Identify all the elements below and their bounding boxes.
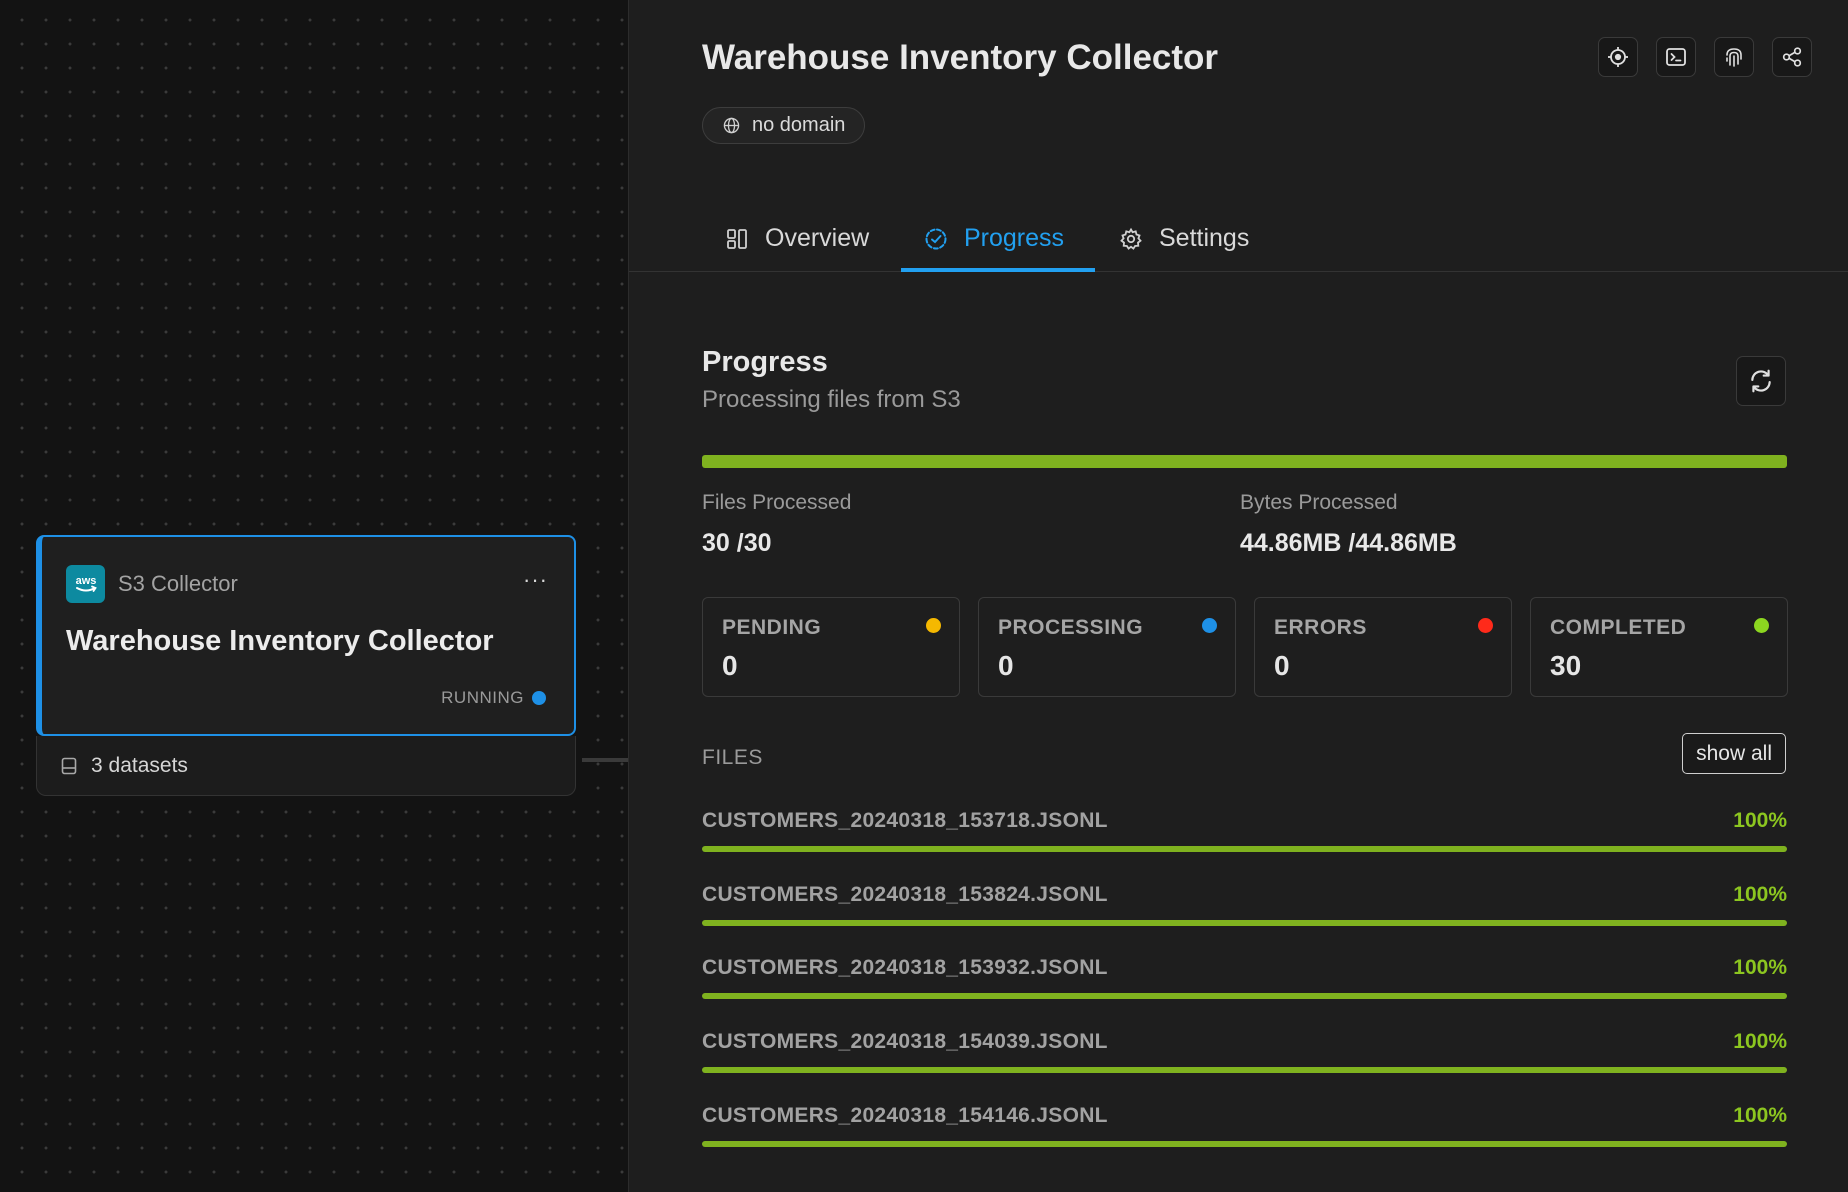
file-progress-bar <box>702 846 1787 852</box>
files-processed-label: Files Processed <box>702 491 852 514</box>
progress-icon <box>925 228 947 249</box>
tab-settings-label: Settings <box>1159 224 1250 252</box>
file-name: CUSTOMERS_20240318_154039.JSONL <box>702 1030 1108 1054</box>
collector-node-card[interactable]: aws S3 Collector ··· Warehouse Inventory… <box>36 535 576 736</box>
show-all-button[interactable]: show all <box>1682 733 1786 774</box>
locate-button[interactable] <box>1598 37 1638 77</box>
domain-chip-label: no domain <box>752 114 846 136</box>
datasets-count-label: 3 datasets <box>91 753 188 777</box>
file-percent: 100% <box>1733 809 1787 832</box>
file-progress-fill <box>702 846 1787 852</box>
node-edge <box>582 758 628 762</box>
errors-status-dot <box>1478 618 1493 633</box>
dataset-icon <box>61 757 77 774</box>
node-status-label: RUNNING <box>441 688 524 707</box>
gear-icon <box>1120 227 1142 250</box>
terminal-button[interactable] <box>1656 37 1696 77</box>
file-percent: 100% <box>1733 1103 1787 1127</box>
collector-node[interactable]: aws S3 Collector ··· Warehouse Inventory… <box>36 535 576 796</box>
overall-progress-fill <box>702 455 1787 468</box>
file-percent: 100% <box>1733 956 1787 980</box>
status-counters: PENDING 0 PROCESSING 0 ERRORS 0 COMPLETE… <box>702 597 1788 697</box>
file-item[interactable]: CUSTOMERS_20240318_153824.JSONL 100% <box>702 879 1787 953</box>
node-status: RUNNING <box>441 688 546 708</box>
file-progress-fill <box>702 1140 1787 1147</box>
counter-errors: ERRORS 0 <box>1254 597 1512 697</box>
counter-label: PENDING <box>722 616 822 639</box>
counter-label: PROCESSING <box>998 616 1144 639</box>
node-more-button[interactable]: ··· <box>523 567 548 593</box>
file-item[interactable]: CUSTOMERS_20240318_154039.JSONL 100% <box>702 1026 1787 1100</box>
file-name: CUSTOMERS_20240318_153718.JSONL <box>702 809 1108 832</box>
tab-overview-label: Overview <box>765 224 870 252</box>
active-tab-indicator <box>901 268 1095 272</box>
counter-label: COMPLETED <box>1550 616 1687 639</box>
share-button[interactable] <box>1772 37 1812 77</box>
bytes-processed-label: Bytes Processed <box>1240 491 1398 514</box>
completed-status-dot <box>1754 618 1769 633</box>
counter-value: 0 <box>722 650 738 681</box>
file-name: CUSTOMERS_20240318_153824.JSONL <box>702 882 1108 906</box>
refresh-icon <box>1751 369 1771 393</box>
file-percent: 100% <box>1733 882 1787 906</box>
file-item[interactable]: CUSTOMERS_20240318_154146.JSONL 100% <box>702 1100 1787 1174</box>
status-dot <box>532 691 546 705</box>
counter-completed: COMPLETED 30 <box>1530 597 1788 697</box>
overview-icon <box>727 228 747 249</box>
detail-panel: Warehouse Inventory Collector no domain … <box>628 0 1848 1192</box>
pending-status-dot <box>926 618 941 633</box>
files-processed-stat: Files Processed 30 /30 <box>702 491 851 558</box>
file-percent: 100% <box>1733 1030 1787 1054</box>
file-name: CUSTOMERS_20240318_154146.JSONL <box>702 1103 1108 1127</box>
file-item[interactable]: CUSTOMERS_20240318_153718.JSONL 100% <box>702 805 1787 879</box>
file-progress-bar <box>702 993 1787 1000</box>
file-progress-bar <box>702 1067 1787 1074</box>
files-processed-value: 30 /30 <box>702 529 772 557</box>
tab-overview[interactable]: Overview <box>725 205 869 272</box>
counter-label: ERRORS <box>1274 616 1367 639</box>
bytes-processed-stat: Bytes Processed 44.86MB /44.86MB <box>1240 491 1457 558</box>
fingerprint-icon <box>1726 48 1742 67</box>
counter-processing: PROCESSING 0 <box>978 597 1236 697</box>
bytes-processed-value: 44.86MB /44.86MB <box>1240 529 1457 557</box>
progress-section-title: Progress <box>702 346 828 378</box>
header-toolbar <box>1598 37 1812 77</box>
file-progress-bar <box>702 1140 1787 1147</box>
tab-settings[interactable]: Settings <box>1119 205 1249 272</box>
terminal-icon <box>1666 48 1686 66</box>
domain-chip[interactable]: no domain <box>702 107 866 144</box>
tab-progress[interactable]: Progress <box>924 205 1064 272</box>
aws-icon: aws <box>66 565 105 603</box>
file-item[interactable]: CUSTOMERS_20240318_153932.JSONL 100% <box>702 952 1787 1026</box>
file-progress-fill <box>702 919 1787 926</box>
file-progress-fill <box>702 1067 1787 1074</box>
tab-bar: Overview Progress Settings <box>629 205 1848 272</box>
file-name: CUSTOMERS_20240318_153932.JSONL <box>702 956 1108 980</box>
globe-icon <box>723 117 740 134</box>
svg-text:aws: aws <box>75 575 96 587</box>
file-progress-bar <box>702 919 1787 926</box>
page-title: Warehouse Inventory Collector <box>702 38 1219 77</box>
files-section-label: FILES <box>702 746 763 769</box>
file-list: CUSTOMERS_20240318_153718.JSONL 100% CUS… <box>702 805 1787 1173</box>
counter-pending: PENDING 0 <box>702 597 960 697</box>
refresh-button[interactable] <box>1736 356 1786 406</box>
counter-value: 0 <box>1274 650 1290 681</box>
counter-value: 0 <box>998 650 1014 681</box>
tab-progress-label: Progress <box>964 224 1065 252</box>
progress-section-subtitle: Processing files from S3 <box>702 386 961 413</box>
node-datasets-footer[interactable]: 3 datasets <box>36 736 576 796</box>
file-progress-fill <box>702 993 1787 1000</box>
target-icon <box>1608 47 1628 67</box>
node-title: Warehouse Inventory Collector <box>66 625 494 657</box>
processing-status-dot <box>1202 618 1217 633</box>
fingerprint-button[interactable] <box>1714 37 1754 77</box>
share-icon <box>1782 47 1802 67</box>
node-type-label: S3 Collector <box>118 571 238 596</box>
overall-progress-bar <box>702 455 1787 468</box>
counter-value: 30 <box>1550 650 1582 681</box>
flow-canvas[interactable]: aws S3 Collector ··· Warehouse Inventory… <box>0 0 628 1192</box>
